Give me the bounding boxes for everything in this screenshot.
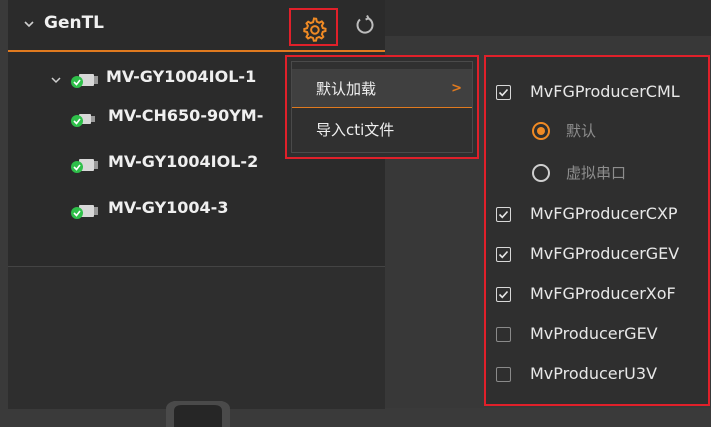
settings-menu: 默认加载 > 导入cti文件 bbox=[285, 55, 479, 159]
gentl-label: GenTL bbox=[44, 13, 105, 33]
producer-option-xof[interactable]: MvFGProducerXoF bbox=[496, 281, 706, 309]
menu-item-default-load[interactable]: 默认加载 > bbox=[292, 69, 472, 108]
connected-camera-icon bbox=[71, 205, 98, 219]
settings-button[interactable] bbox=[289, 8, 338, 46]
camera-placeholder-icon bbox=[166, 401, 230, 427]
chevron-down-icon[interactable] bbox=[50, 74, 62, 86]
producer-option-cxp[interactable]: MvFGProducerCXP bbox=[496, 201, 706, 229]
producer-option-cml[interactable]: MvFGProducerCML bbox=[496, 79, 706, 107]
preview-panel bbox=[8, 266, 385, 427]
connected-camera-icon bbox=[71, 74, 98, 88]
producer-label: MvFGProducerCML bbox=[530, 82, 680, 101]
producer-label: MvProducerGEV bbox=[530, 324, 658, 343]
device-name: MV-GY1004-3 bbox=[108, 198, 229, 217]
producer-option-gev[interactable]: MvFGProducerGEV bbox=[496, 241, 706, 269]
checkbox-checked[interactable] bbox=[496, 207, 511, 222]
producer-label: MvFGProducerGEV bbox=[530, 244, 680, 263]
checkbox-unchecked[interactable] bbox=[496, 327, 511, 342]
cml-mode-virtual-serial[interactable]: 虚拟串口 bbox=[532, 159, 682, 187]
device-name: MV-GY1004IOL-1 bbox=[106, 67, 257, 86]
gear-icon bbox=[303, 17, 327, 42]
device-name: MV-CH650-90YM- bbox=[108, 106, 264, 125]
producer-submenu: MvFGProducerCML 默认 虚拟串口 MvFGProducerCXP … bbox=[484, 55, 710, 406]
radio-unselected[interactable] bbox=[532, 164, 550, 182]
refresh-icon[interactable] bbox=[354, 14, 376, 36]
gentl-header[interactable]: GenTL bbox=[8, 0, 385, 52]
checkbox-checked[interactable] bbox=[496, 287, 511, 302]
workspace-header bbox=[385, 0, 711, 36]
tree-item-device-4[interactable]: MV-GY1004-3 bbox=[70, 196, 300, 226]
checkbox-checked[interactable] bbox=[496, 85, 511, 100]
producer-label: MvFGProducerCXP bbox=[530, 204, 678, 223]
connected-camera-icon bbox=[71, 159, 98, 173]
tree-item-device-1[interactable]: MV-GY1004IOL-1 bbox=[50, 65, 300, 95]
producer-label: MvFGProducerXoF bbox=[530, 284, 676, 303]
menu-item-label: 默认加载 bbox=[316, 80, 377, 98]
producer-option-mv-u3v[interactable]: MvProducerU3V bbox=[496, 361, 706, 389]
producer-label: MvProducerU3V bbox=[530, 364, 658, 383]
chevron-right-icon: > bbox=[451, 81, 462, 96]
cml-mode-default[interactable]: 默认 bbox=[532, 117, 682, 145]
producer-option-mv-gev[interactable]: MvProducerGEV bbox=[496, 321, 706, 349]
mode-label: 虚拟串口 bbox=[566, 164, 627, 182]
settings-menu-list: 默认加载 > 导入cti文件 bbox=[291, 61, 473, 153]
chevron-down-icon[interactable] bbox=[22, 17, 36, 31]
checkbox-unchecked[interactable] bbox=[496, 367, 511, 382]
checkbox-checked[interactable] bbox=[496, 247, 511, 262]
device-name: MV-GY1004IOL-2 bbox=[108, 152, 259, 171]
tree-item-device-2[interactable]: MV-CH650-90YM- bbox=[70, 104, 300, 134]
menu-item-label: 导入cti文件 bbox=[316, 121, 395, 139]
tree-item-device-3[interactable]: MV-GY1004IOL-2 bbox=[70, 150, 300, 180]
connected-camera-icon bbox=[71, 114, 95, 127]
menu-item-import-cti[interactable]: 导入cti文件 bbox=[292, 110, 472, 148]
radio-selected[interactable] bbox=[532, 122, 550, 140]
mode-label: 默认 bbox=[566, 122, 597, 140]
